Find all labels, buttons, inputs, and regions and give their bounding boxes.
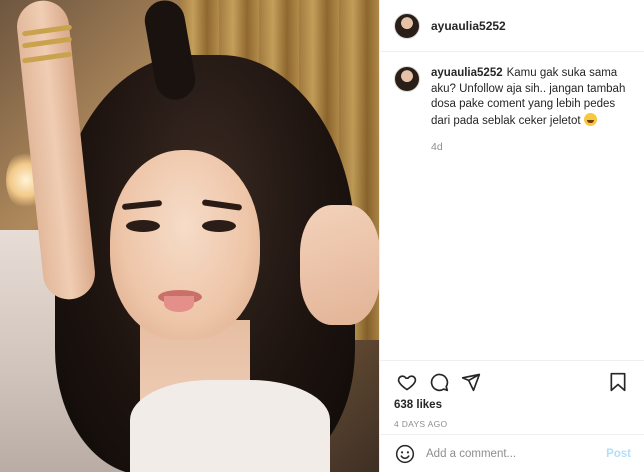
right-eyebrow <box>201 199 243 211</box>
action-bar: 638 likes 4 DAYS AGO <box>380 360 644 429</box>
author-username[interactable]: ayuaulia5252 <box>431 19 506 33</box>
post-header: ayuaulia5252 <box>380 0 644 52</box>
rolling-on-floor-laughing-emoji-icon <box>583 112 597 126</box>
post-side-panel: ayuaulia5252 ayuaulia5252 Kamu gak suka s… <box>379 0 644 472</box>
caption-age[interactable]: 4d <box>431 141 630 153</box>
heart-icon[interactable] <box>394 369 420 395</box>
post-photo[interactable] <box>0 0 379 472</box>
raised-hand <box>300 205 379 325</box>
post-date[interactable]: 4 DAYS AGO <box>394 419 631 429</box>
dress <box>130 380 330 472</box>
post-comment-button[interactable]: Post <box>606 448 631 460</box>
bookmark-icon[interactable] <box>605 369 631 395</box>
left-eye <box>126 220 160 232</box>
caption-username[interactable]: ayuaulia5252 <box>431 67 503 79</box>
comments-section: ayuaulia5252 Kamu gak suka sama aku? Unfo… <box>380 52 644 360</box>
paper-plane-icon[interactable] <box>458 369 484 395</box>
add-comment-bar: Post <box>380 434 644 472</box>
tongue <box>164 296 194 312</box>
caption-body: ayuaulia5252 Kamu gak suka sama aku? Unfo… <box>431 66 630 129</box>
face <box>110 150 260 340</box>
caption-avatar[interactable] <box>394 66 420 92</box>
likes-count[interactable]: 638 likes <box>394 399 631 411</box>
left-eyebrow <box>121 199 163 211</box>
action-buttons <box>394 367 631 397</box>
caption-comment: ayuaulia5252 Kamu gak suka sama aku? Unfo… <box>394 66 630 129</box>
author-avatar[interactable] <box>394 12 420 39</box>
smiley-icon[interactable] <box>394 443 416 465</box>
instagram-post: ayuaulia5252 ayuaulia5252 Kamu gak suka s… <box>0 0 644 472</box>
comment-bubble-icon[interactable] <box>426 369 452 395</box>
comment-input[interactable] <box>426 447 607 460</box>
right-eye <box>202 220 236 232</box>
